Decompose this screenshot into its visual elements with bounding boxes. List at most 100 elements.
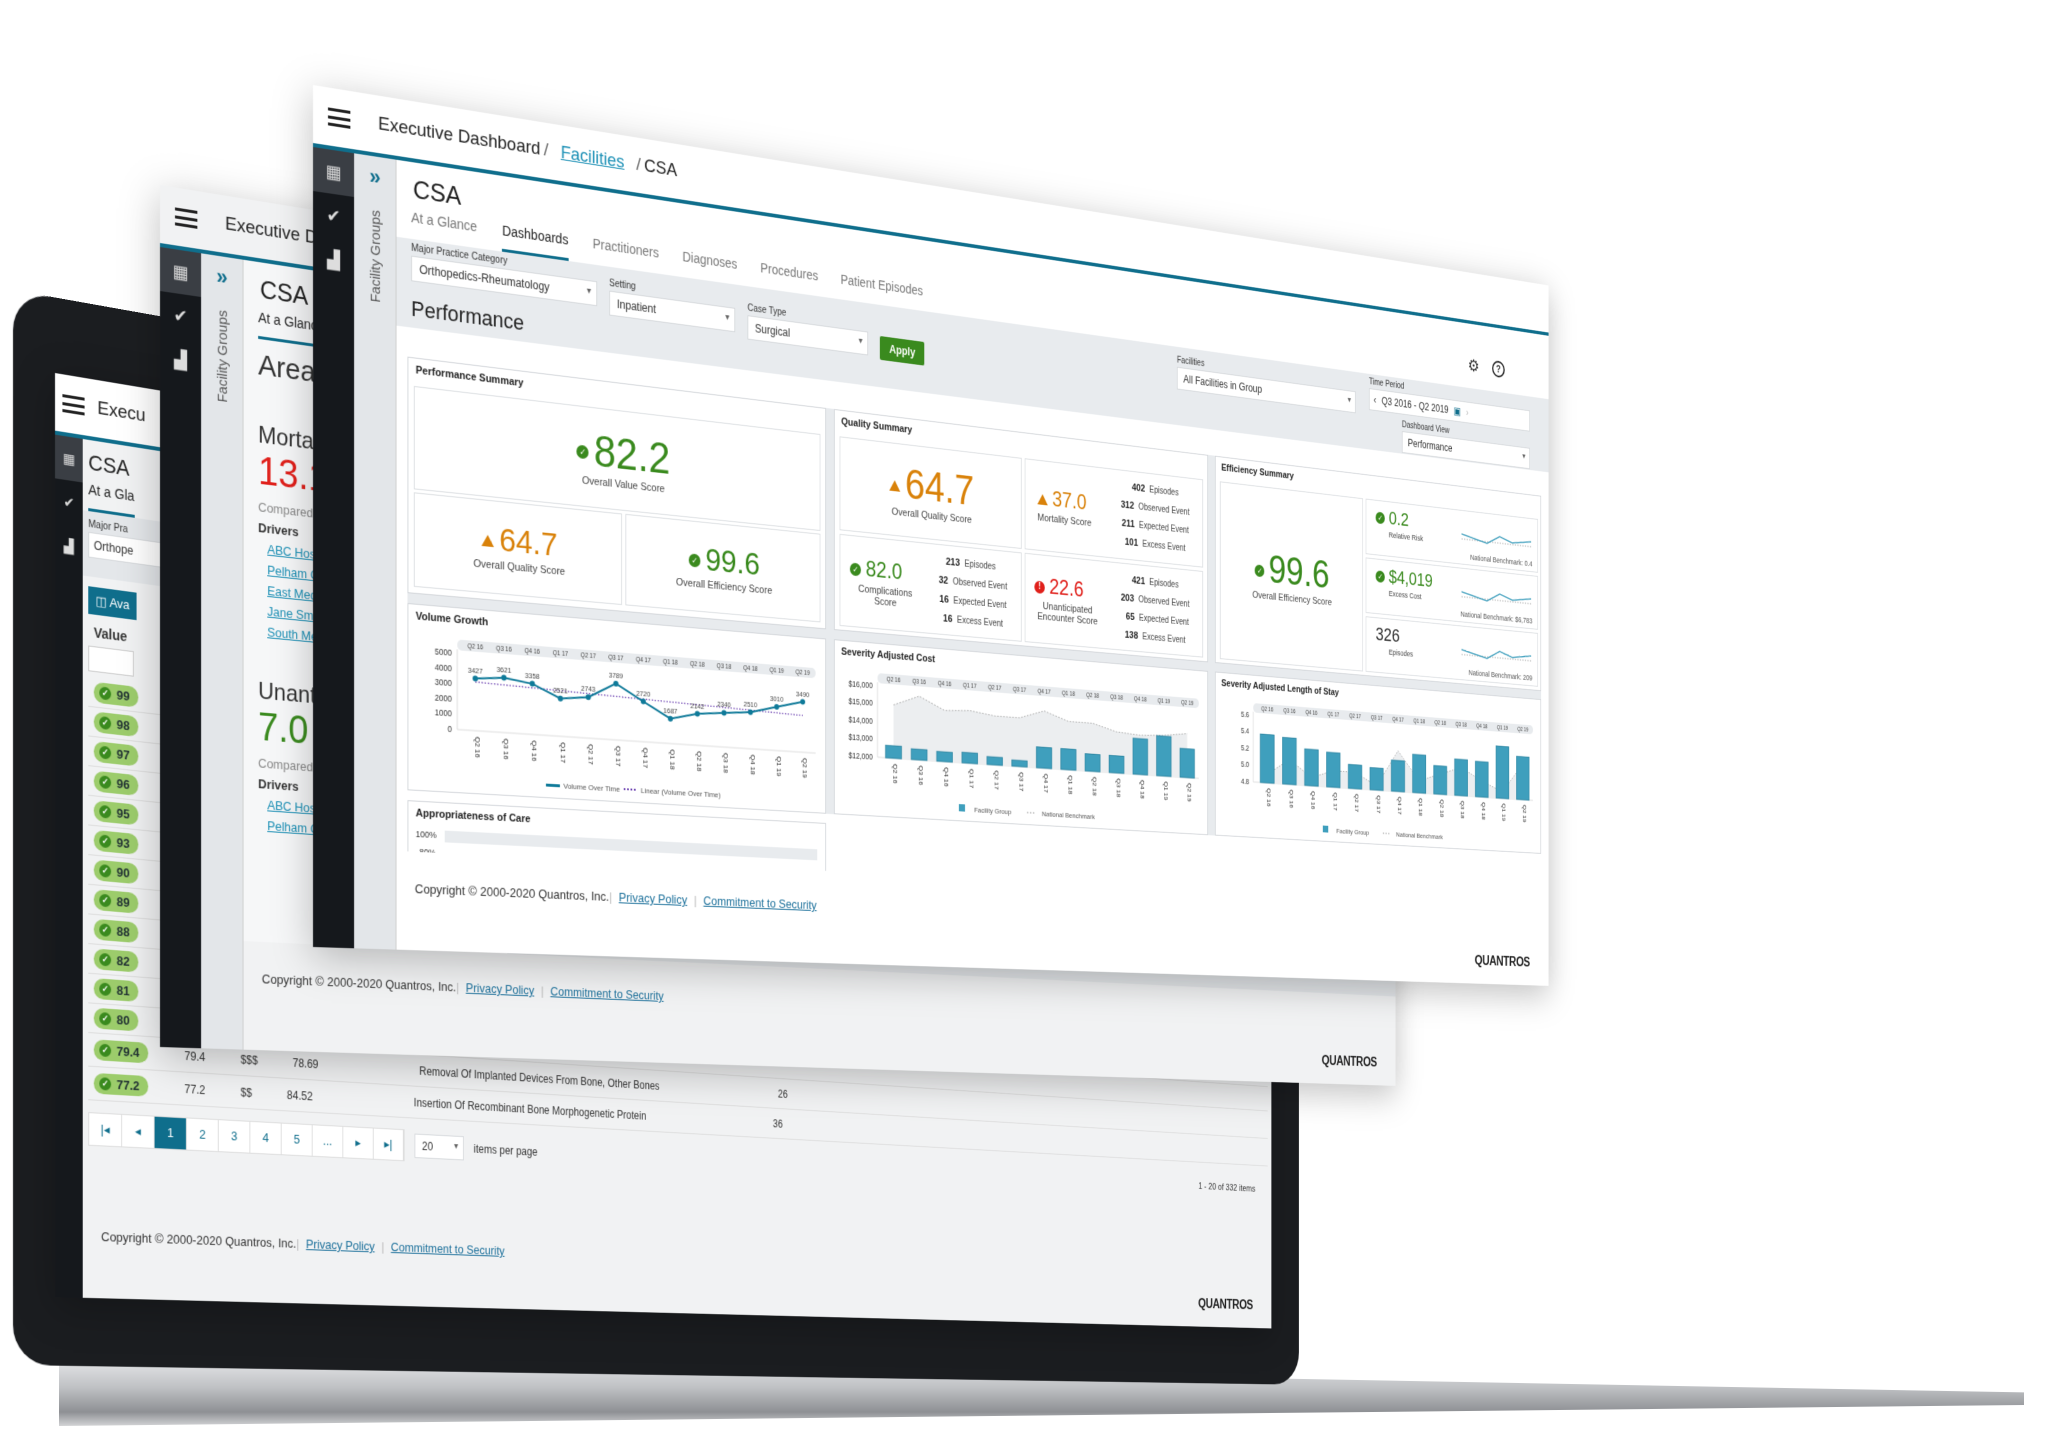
- security-link[interactable]: Commitment to Security: [550, 984, 663, 1003]
- y-tick: 100%: [415, 829, 437, 841]
- bar[interactable]: [1517, 756, 1530, 800]
- page-button[interactable]: 2: [186, 1118, 219, 1152]
- slider-tick-label: Q4 16: [525, 648, 541, 656]
- data-point[interactable]: [667, 715, 673, 722]
- data-point[interactable]: [501, 674, 507, 681]
- check-badge-icon[interactable]: ✔: [313, 191, 354, 241]
- page-button[interactable]: 3: [218, 1120, 251, 1153]
- data-point[interactable]: [529, 680, 535, 687]
- bar[interactable]: [1061, 749, 1076, 771]
- y-tick-label: 3000: [435, 678, 452, 688]
- calendar-icon[interactable]: ▣: [1454, 405, 1461, 418]
- next-period-button[interactable]: ›: [1466, 407, 1469, 419]
- bar[interactable]: [1036, 747, 1051, 769]
- bar[interactable]: [1496, 746, 1509, 799]
- hamburger-icon[interactable]: [62, 394, 85, 416]
- first-page-button[interactable]: |◂: [89, 1113, 123, 1147]
- stat-label: Episodes: [1149, 577, 1179, 591]
- bar[interactable]: [1348, 764, 1361, 789]
- y-tick-label: 5.0: [1241, 761, 1249, 770]
- grid-icon[interactable]: ▦: [55, 434, 83, 483]
- grid-icon[interactable]: ▦: [313, 147, 355, 198]
- bar[interactable]: [1133, 738, 1148, 775]
- bar[interactable]: [1413, 754, 1426, 793]
- data-point[interactable]: [774, 703, 780, 710]
- double-chevron-right-icon[interactable]: »: [354, 161, 395, 193]
- breadcrumb-facilities[interactable]: Facilities: [561, 143, 625, 173]
- grid-icon[interactable]: ▦: [160, 247, 202, 298]
- x-tick-label: Q1 19: [1162, 781, 1169, 800]
- bar[interactable]: [1455, 759, 1468, 796]
- last-page-button[interactable]: ▸|: [373, 1128, 404, 1161]
- y-tick-label: 4.8: [1241, 778, 1249, 787]
- bar[interactable]: [987, 757, 1002, 766]
- data-point[interactable]: [557, 695, 564, 702]
- data-point[interactable]: [721, 709, 727, 716]
- hamburger-icon[interactable]: [175, 207, 198, 229]
- prev-page-button[interactable]: ◂: [122, 1114, 155, 1148]
- bar[interactable]: [1085, 754, 1100, 772]
- check-badge-icon[interactable]: ✔: [55, 478, 83, 526]
- slider-tick-label: Q1 17: [1327, 711, 1339, 718]
- available-columns-button[interactable]: ◫ Ava: [88, 586, 137, 621]
- filter-input[interactable]: [88, 645, 134, 677]
- overall-efficiency-score: 99.6: [1268, 546, 1330, 597]
- bar[interactable]: [1475, 761, 1488, 797]
- data-point[interactable]: [585, 694, 591, 701]
- data-point[interactable]: [613, 680, 619, 687]
- bar[interactable]: [1157, 736, 1172, 777]
- privacy-link[interactable]: Privacy Policy: [466, 980, 534, 997]
- privacy-link[interactable]: Privacy Policy: [619, 890, 687, 907]
- data-point[interactable]: [640, 698, 646, 705]
- stat-value: 101: [1124, 536, 1139, 549]
- page-button[interactable]: 4: [250, 1121, 282, 1155]
- gear-icon[interactable]: ⚙: [1468, 355, 1479, 377]
- slider-tick-label: Q2 16: [467, 643, 483, 651]
- privacy-link[interactable]: Privacy Policy: [306, 1237, 375, 1254]
- bar[interactable]: [1305, 749, 1319, 786]
- security-link[interactable]: Commitment to Security: [703, 893, 816, 912]
- bar[interactable]: [937, 751, 953, 762]
- per-page-select[interactable]: 20: [414, 1133, 464, 1161]
- bar[interactable]: [911, 749, 927, 761]
- bar[interactable]: [1109, 755, 1124, 773]
- breadcrumb-root[interactable]: Executive Dashboard: [378, 113, 540, 159]
- page-button[interactable]: ...: [312, 1125, 344, 1158]
- metric-value: $4,019: [1388, 565, 1433, 592]
- stat-value: 32: [938, 574, 949, 587]
- complications-label: Complications Score: [858, 583, 913, 609]
- bar[interactable]: [1260, 734, 1274, 783]
- apply-button[interactable]: Apply: [879, 335, 925, 366]
- page-button[interactable]: 5: [281, 1123, 313, 1156]
- bar[interactable]: [1391, 760, 1404, 792]
- bar[interactable]: [1370, 768, 1383, 791]
- legend-swatch: [1322, 825, 1329, 833]
- previous-period-button[interactable]: ‹: [1374, 394, 1377, 406]
- bar[interactable]: [886, 745, 902, 759]
- security-link[interactable]: Commitment to Security: [391, 1240, 505, 1258]
- bar[interactable]: [962, 752, 978, 764]
- bar-chart-icon[interactable]: ▟: [55, 522, 83, 570]
- bar[interactable]: [1434, 766, 1447, 795]
- page-button[interactable]: 1: [154, 1116, 187, 1150]
- data-point[interactable]: [800, 698, 806, 705]
- bar-chart-icon[interactable]: ▟: [313, 235, 354, 284]
- bar[interactable]: [1012, 760, 1027, 767]
- double-chevron-right-icon[interactable]: »: [201, 261, 242, 293]
- time-period-value[interactable]: Q3 2016 - Q2 2019: [1382, 395, 1449, 416]
- x-tick-label: Q3 17: [1375, 795, 1381, 814]
- data-point[interactable]: [472, 675, 478, 682]
- data-point[interactable]: [694, 710, 700, 717]
- severity-los-card: Severity Adjusted Length of Stay Q2 16 Q2 …: [1214, 671, 1542, 854]
- bar[interactable]: [1283, 737, 1297, 784]
- bar-chart-icon[interactable]: ▟: [160, 335, 201, 384]
- bar[interactable]: [1180, 748, 1194, 778]
- bar[interactable]: [1327, 752, 1341, 788]
- slider-tick-label: Q3 18: [1110, 694, 1123, 701]
- check-badge-icon[interactable]: ✔: [160, 291, 201, 341]
- cell-cost: $$$: [240, 1052, 258, 1067]
- hamburger-icon[interactable]: [328, 107, 351, 129]
- data-point[interactable]: [748, 709, 753, 716]
- check-icon: ✓: [688, 553, 701, 568]
- next-page-button[interactable]: ▸: [343, 1126, 374, 1159]
